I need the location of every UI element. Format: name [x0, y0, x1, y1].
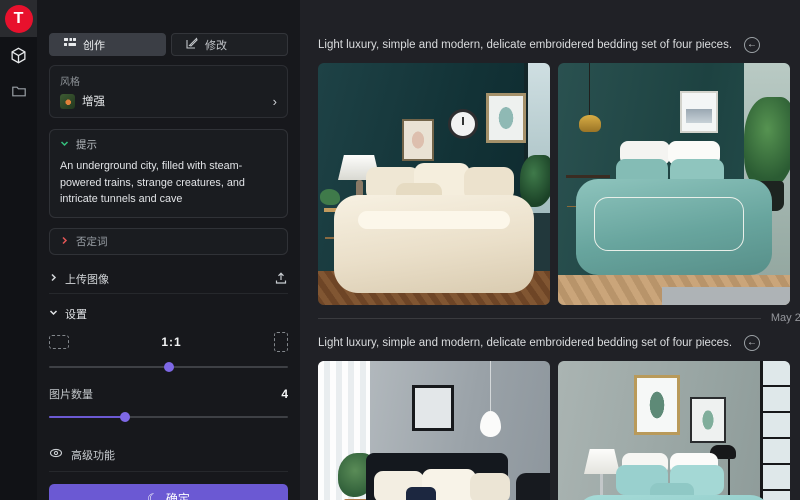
rug [662, 287, 790, 305]
app-logo[interactable]: T [5, 5, 33, 33]
upload-image-label: 上传图像 [65, 271, 109, 287]
prompt-header-label: 提示 [76, 137, 97, 152]
date-divider: May 24, [318, 305, 800, 331]
sidebar-rail: T [0, 0, 37, 500]
confirm-button[interactable]: ☾ 确定 [49, 484, 288, 500]
settings-label: 设置 [65, 306, 87, 322]
wall-art [680, 91, 718, 133]
wall-art [690, 397, 726, 443]
sidebar-item-files[interactable] [0, 73, 37, 109]
pendant-lamp [480, 411, 501, 437]
aspect-ratio-row: 1:1 [49, 332, 288, 352]
advanced-features-label: 高级功能 [71, 447, 115, 463]
negative-prompt-section[interactable]: 否定词 [49, 228, 288, 255]
bed [334, 195, 534, 293]
results-gallery: Light luxury, simple and modern, delicat… [300, 0, 800, 500]
generated-image-1[interactable] [318, 63, 550, 305]
style-thumbnail [60, 94, 75, 109]
result-caption-row: Light luxury, simple and modern, delicat… [318, 331, 800, 355]
moon-icon: ☾ [147, 492, 159, 500]
portrait-ratio-icon[interactable] [274, 332, 288, 352]
sidebar-item-models[interactable] [0, 37, 37, 73]
upload-icon[interactable] [274, 271, 288, 288]
grid-icon [64, 37, 76, 52]
generated-image-4[interactable] [558, 361, 790, 500]
nightstand [566, 175, 610, 178]
style-selector[interactable]: 增强 › [60, 93, 277, 109]
slider-fill [49, 416, 125, 418]
chevron-right-icon: › [273, 95, 277, 108]
negative-prompt-label: 否定词 [76, 234, 108, 249]
tab-modify-label: 修改 [205, 37, 227, 53]
generation-panel: 创作 修改 风格 增强 › [37, 0, 300, 500]
image-count-slider[interactable] [49, 412, 288, 422]
aspect-ratio-value: 1:1 [69, 335, 274, 349]
divider-line [318, 318, 761, 319]
wall-clock [448, 109, 478, 139]
result-grid [318, 63, 800, 305]
armchair [516, 473, 550, 500]
folder-icon [11, 83, 27, 99]
eye-icon [49, 446, 63, 463]
slider-thumb[interactable] [164, 362, 174, 372]
wall-art [634, 375, 680, 435]
pendant-lamp [579, 115, 601, 132]
logo-tile: T [0, 0, 37, 37]
result-grid [318, 361, 800, 500]
wall-art [486, 93, 526, 143]
style-section: 风格 增强 › [49, 65, 288, 118]
chevron-down-icon [60, 139, 69, 151]
image-count-label: 图片数量 [49, 386, 93, 402]
image-count-value: 4 [281, 387, 288, 401]
style-label: 风格 [60, 73, 277, 88]
settings-header[interactable]: 设置 [49, 302, 288, 326]
plant [320, 189, 340, 205]
tab-create-label: 创作 [83, 37, 105, 53]
slider-thumb[interactable] [120, 412, 130, 422]
pillow [470, 473, 510, 500]
confirm-label: 确定 [166, 490, 190, 500]
wall-art [402, 119, 434, 161]
image-count-row: 图片数量 4 [49, 386, 288, 402]
reuse-prompt-icon[interactable]: ← [744, 37, 760, 53]
edit-icon [186, 37, 198, 52]
upload-image-section[interactable]: 上传图像 [49, 265, 288, 294]
window [760, 361, 790, 500]
mode-tabs: 创作 修改 [49, 33, 288, 56]
prompt-input[interactable]: An underground city, filled with steam-p… [60, 158, 277, 208]
chevron-right-icon [49, 273, 58, 285]
prompt-header[interactable]: 提示 [60, 137, 277, 152]
advanced-features-toggle[interactable]: 高级功能 [49, 438, 288, 472]
prompt-section: 提示 An underground city, filled with stea… [49, 129, 288, 218]
style-value: 增强 [82, 93, 105, 109]
generated-image-3[interactable] [318, 361, 550, 500]
result-caption-row: Light luxury, simple and modern, delicat… [318, 33, 800, 57]
result-caption: Light luxury, simple and modern, delicat… [318, 337, 732, 349]
date-label: May 24, [771, 312, 800, 324]
app-window: T [0, 0, 800, 500]
landscape-ratio-icon[interactable] [49, 335, 69, 349]
plant [744, 97, 790, 189]
chevron-right-icon [60, 236, 69, 248]
wall-art [412, 385, 454, 431]
result-caption: Light luxury, simple and modern, delicat… [318, 39, 732, 51]
table-lamp [584, 449, 620, 474]
pillow [406, 487, 436, 500]
bed [576, 495, 772, 500]
aspect-ratio-slider[interactable] [49, 362, 288, 372]
cube-icon [10, 47, 27, 64]
generated-image-2[interactable] [558, 63, 790, 305]
chevron-down-icon [49, 308, 58, 320]
tab-modify[interactable]: 修改 [171, 33, 288, 56]
tab-create[interactable]: 创作 [49, 33, 166, 56]
reuse-prompt-icon[interactable]: ← [744, 335, 760, 351]
